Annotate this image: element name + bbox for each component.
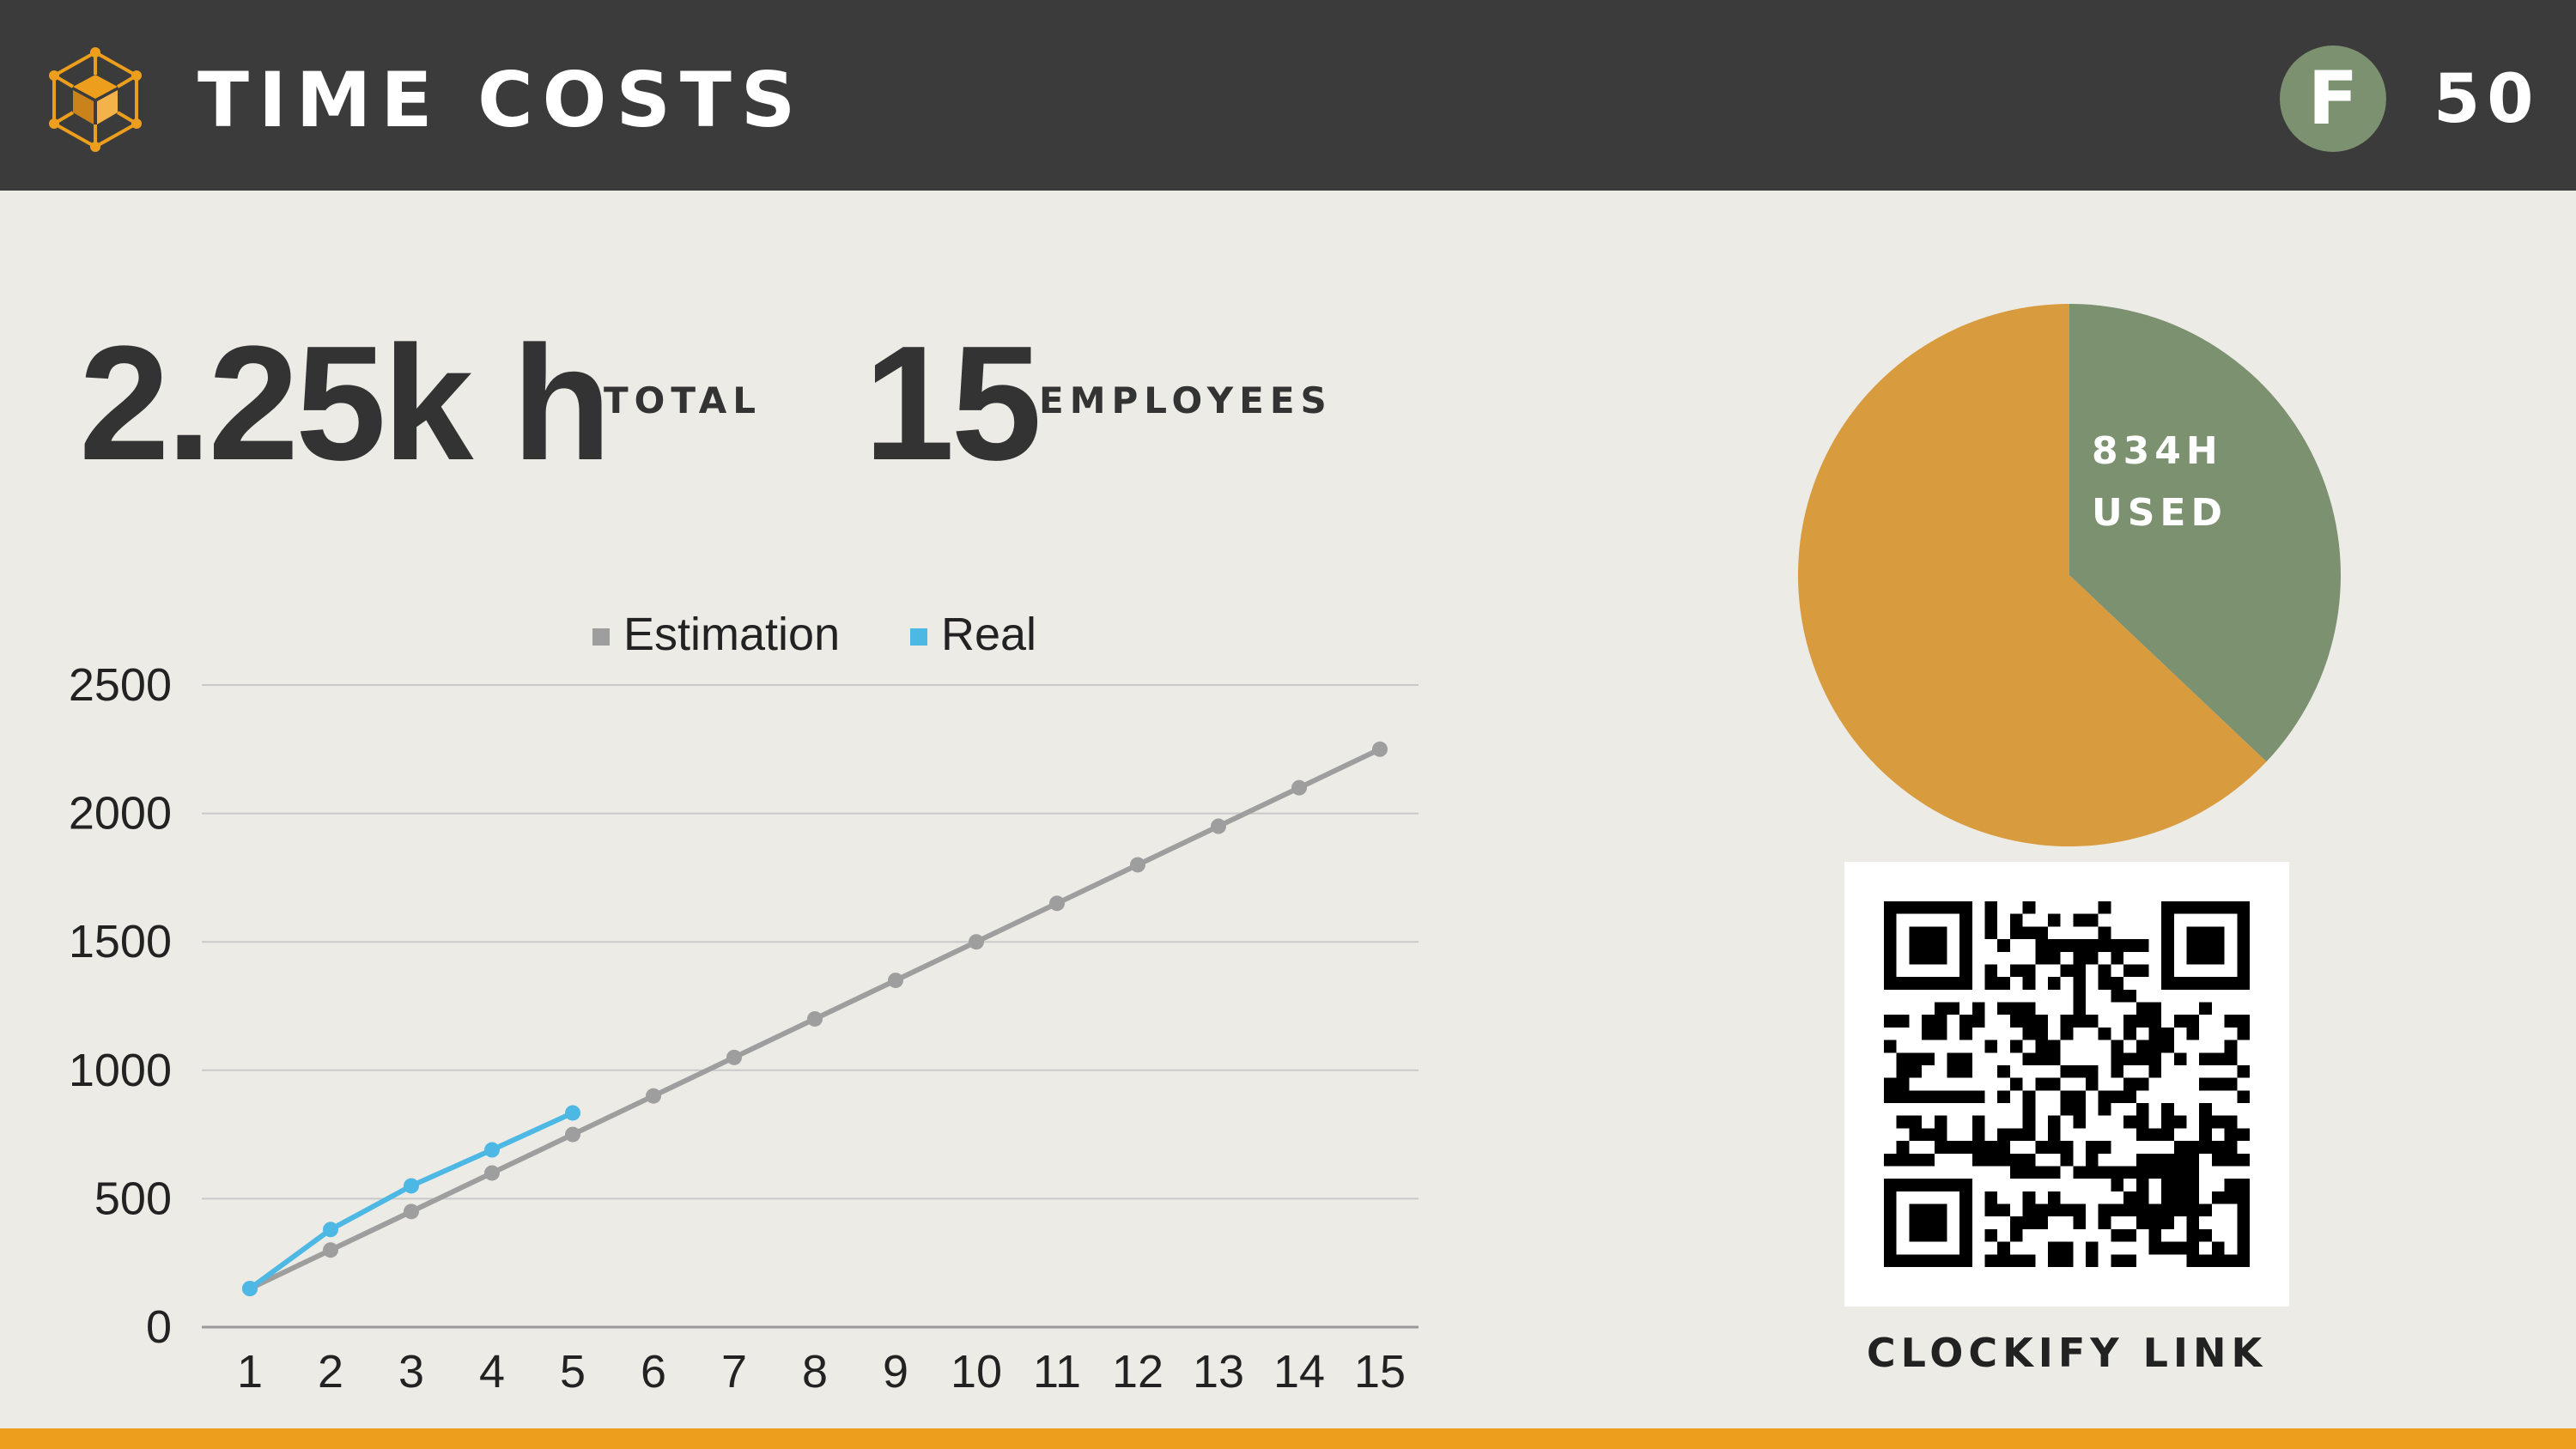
legend-label: Estimation bbox=[623, 609, 840, 660]
data-point-estimation bbox=[484, 1165, 500, 1181]
x-tick-label: 3 bbox=[398, 1346, 424, 1397]
data-point-real bbox=[484, 1142, 500, 1158]
series-line-real bbox=[248, 1110, 574, 1291]
page-title: TIME COSTS bbox=[197, 56, 805, 144]
data-point-estimation bbox=[404, 1203, 419, 1220]
x-tick-label: 13 bbox=[1193, 1346, 1244, 1397]
y-tick-label: 500 bbox=[94, 1173, 172, 1224]
data-point-real bbox=[242, 1281, 258, 1297]
data-point-estimation bbox=[1049, 895, 1065, 912]
x-tick-label: 2 bbox=[318, 1346, 343, 1397]
qr-code-icon[interactable] bbox=[1884, 901, 2250, 1267]
x-tick-label: 5 bbox=[560, 1346, 586, 1397]
x-tick-label: 15 bbox=[1354, 1346, 1406, 1397]
data-point-estimation bbox=[888, 973, 903, 989]
x-tick-label: 8 bbox=[802, 1346, 828, 1397]
data-point-estimation bbox=[1130, 857, 1145, 873]
legend-swatch bbox=[910, 628, 927, 646]
y-tick-label: 0 bbox=[146, 1301, 172, 1353]
pie-annotation-used: USED bbox=[2092, 491, 2227, 535]
qr-modules bbox=[1884, 901, 2250, 1267]
employees-label: EMPLOYEES bbox=[1039, 379, 1333, 421]
employees-value: 15 bbox=[864, 312, 1042, 494]
data-point-estimation bbox=[807, 1010, 823, 1027]
y-tick-label: 1000 bbox=[69, 1045, 172, 1096]
data-point-estimation bbox=[565, 1126, 580, 1143]
data-point-real bbox=[404, 1178, 419, 1194]
x-tick-label: 14 bbox=[1273, 1346, 1325, 1397]
hours-used-pie-chart bbox=[1798, 304, 2341, 846]
data-point-estimation bbox=[726, 1049, 742, 1065]
pie-annotation: 834H USED bbox=[2092, 421, 2315, 544]
data-point-estimation bbox=[969, 934, 984, 950]
qr-caption: CLOCKIFY LINK bbox=[1866, 1330, 2268, 1376]
x-tick-label: 7 bbox=[721, 1346, 747, 1397]
data-point-real bbox=[323, 1222, 338, 1238]
pie-annotation-hours: 834H bbox=[2092, 429, 2223, 473]
team-badge: F bbox=[2280, 45, 2386, 152]
x-tick-label: 12 bbox=[1112, 1346, 1163, 1397]
data-point-estimation bbox=[1372, 741, 1388, 757]
y-tick-label: 2000 bbox=[69, 788, 172, 840]
footer-accent-bar bbox=[0, 1428, 2576, 1449]
total-hours-label: TOTAL bbox=[604, 379, 762, 421]
y-tick-label: 1500 bbox=[69, 916, 172, 967]
x-tick-label: 1 bbox=[237, 1346, 263, 1397]
y-tick-label: 2500 bbox=[69, 659, 172, 711]
qr-card[interactable] bbox=[1844, 862, 2289, 1307]
data-point-estimation bbox=[323, 1242, 338, 1258]
x-tick-label: 4 bbox=[479, 1346, 505, 1397]
data-point-real bbox=[565, 1105, 580, 1121]
x-tick-label: 9 bbox=[883, 1346, 908, 1397]
x-tick-label: 6 bbox=[641, 1346, 666, 1397]
legend-swatch bbox=[592, 628, 610, 646]
slide-number: 50 bbox=[2433, 61, 2541, 138]
data-point-estimation bbox=[1211, 818, 1226, 834]
x-tick-label: 10 bbox=[951, 1346, 1002, 1397]
legend-label: Real bbox=[941, 609, 1036, 660]
x-tick-label: 11 bbox=[1033, 1346, 1081, 1397]
data-point-estimation bbox=[1291, 779, 1307, 796]
data-point-estimation bbox=[646, 1088, 661, 1104]
cube-network-icon bbox=[49, 47, 142, 152]
header-bar: TIME COSTS F 50 bbox=[0, 0, 2576, 191]
time-cost-line-chart: Estimation Real050010001500200025001 2 3 4 5 6… bbox=[69, 609, 1419, 1397]
total-hours-value: 2.25k h bbox=[79, 312, 611, 494]
